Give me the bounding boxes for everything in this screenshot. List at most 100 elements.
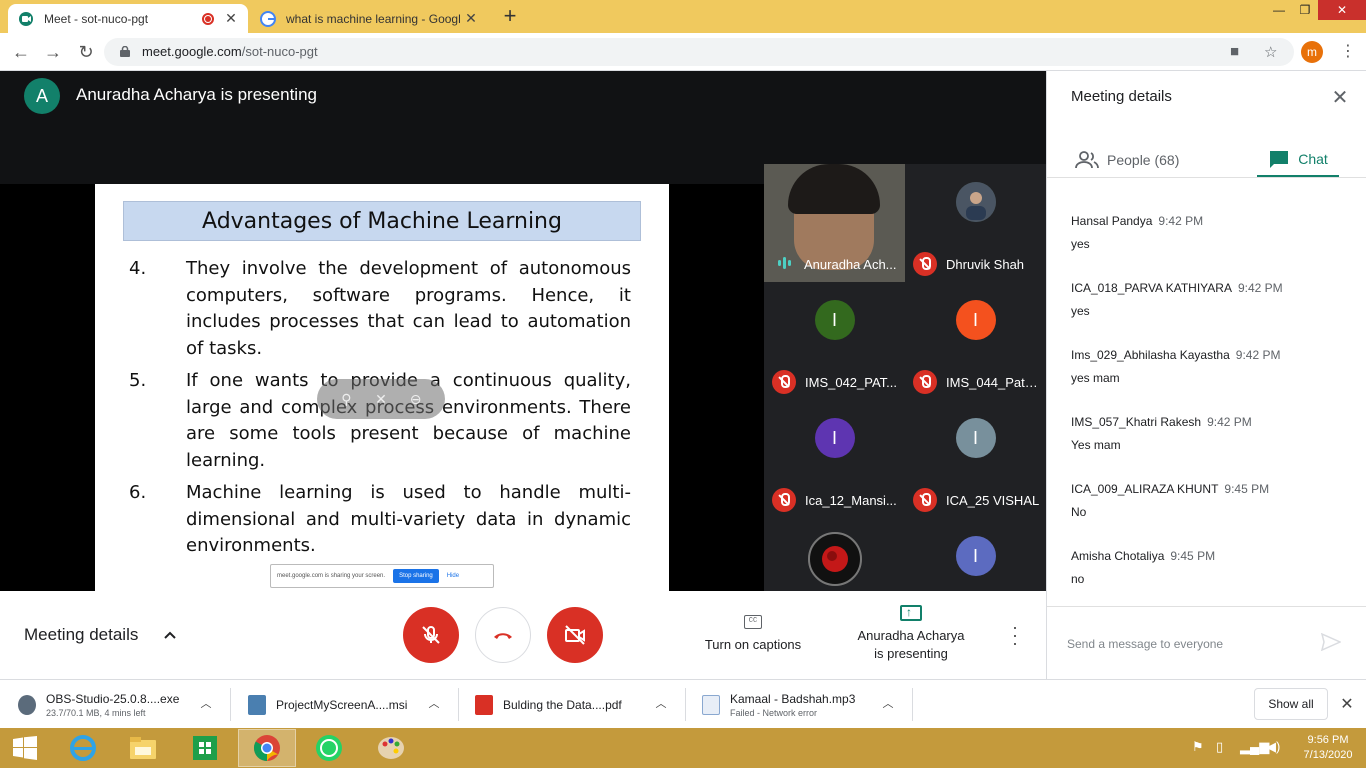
leave-call-button[interactable] <box>475 607 531 663</box>
meet-controls: Meeting details CC Turn on captions Anur… <box>0 591 1046 679</box>
chrome-taskbar-button[interactable] <box>238 729 296 767</box>
volume-icon[interactable]: ◀) <box>1266 739 1280 755</box>
power-icon[interactable]: ▯ <box>1216 739 1223 755</box>
message-sender: IMS_057_Khatri Rakesh <box>1071 415 1202 429</box>
chevron-up-icon[interactable]: ︿ <box>655 698 667 710</box>
tab-people[interactable]: People (68) <box>1075 142 1179 178</box>
tab-chat-label: Chat <box>1298 150 1328 167</box>
download-item[interactable]: ProjectMyScreenA....msi ︿ <box>248 680 448 729</box>
send-icon[interactable] <box>1321 633 1341 651</box>
paint-taskbar-button[interactable] <box>362 729 420 767</box>
file-explorer-taskbar-button[interactable] <box>114 729 172 767</box>
tab-meet[interactable]: Meet - sot-nuco-pgt ✕ <box>8 4 248 33</box>
chevron-up-icon[interactable]: ︿ <box>428 698 440 710</box>
participant-avatar: I <box>955 536 996 576</box>
microphone-toggle-button[interactable] <box>403 607 459 663</box>
participant-tile[interactable]: I Ica_12_Mansi... <box>764 400 905 518</box>
slide-item-number: 5. <box>129 370 147 391</box>
store-icon <box>193 736 217 760</box>
presentation-slide: Advantages of Machine Learning 4. They i… <box>95 184 669 591</box>
presenting-button[interactable]: Anuradha Acharya is presenting <box>850 603 972 663</box>
participant-tile[interactable] <box>764 518 905 591</box>
share-banner-text: meet.google.com is sharing your screen. <box>277 573 386 579</box>
tab-people-label: People (68) <box>1107 152 1180 168</box>
close-shelf-icon[interactable]: ✕ <box>1339 694 1355 714</box>
stop-sharing-button[interactable]: Stop sharing <box>393 569 439 583</box>
tab-google-search[interactable]: what is machine learning - Googl ✕ <box>250 4 488 33</box>
compose-divider <box>1047 606 1366 607</box>
address-bar[interactable]: meet.google.com/sot-nuco-pgt ■ ☆ <box>104 38 1294 66</box>
camera-icon[interactable]: ■ <box>1230 43 1239 60</box>
participant-tile[interactable]: Anuradha Ach... <box>764 164 905 282</box>
chat-message-input[interactable]: Send a message to everyone <box>1067 637 1223 651</box>
bookmark-star-icon[interactable]: ☆ <box>1264 43 1277 61</box>
tab-close-icon[interactable]: ✕ <box>464 10 478 27</box>
download-item[interactable]: Bulding the Data....pdf ︿ <box>475 680 675 729</box>
mic-off-icon <box>772 488 796 512</box>
screen-share-banner: meet.google.com is sharing your screen. … <box>270 564 494 588</box>
slide-title: Advantages of Machine Learning <box>123 201 641 241</box>
chevron-up-icon[interactable] <box>162 627 178 643</box>
message-body: Yes mam <box>1071 438 1121 452</box>
chevron-up-icon[interactable]: ︿ <box>882 698 894 710</box>
presenter-label: Anuradha Acharya is presenting <box>76 85 317 104</box>
download-item[interactable]: OBS-Studio-25.0.8....exe 23.7/70.1 MB, 4 … <box>18 680 218 729</box>
tab-close-icon[interactable]: ✕ <box>224 10 238 27</box>
back-icon[interactable]: ← <box>10 41 32 63</box>
reload-icon[interactable]: ↻ <box>75 41 97 63</box>
new-tab-icon[interactable]: + <box>500 5 520 27</box>
participant-tile[interactable]: Dhruvik Shah <box>905 164 1046 282</box>
mic-off-icon <box>772 370 796 394</box>
participant-tile[interactable]: I ICA_25 VISHAL <box>905 400 1046 518</box>
participant-tiles: Anuradha Ach... Dhruvik Shah I IMS_042_P… <box>764 164 1046 591</box>
message-time: 9:42 PM <box>1237 281 1283 295</box>
hide-button[interactable]: Hide <box>447 573 459 579</box>
whatsapp-taskbar-button[interactable] <box>300 729 358 767</box>
window-close-icon[interactable]: ✕ <box>1318 0 1366 20</box>
browser-menu-icon[interactable]: ⋮ <box>1340 41 1356 61</box>
shared-screen: Advantages of Machine Learning 4. They i… <box>0 184 764 591</box>
participant-name: ICA_25 VISHAL <box>946 492 1040 508</box>
paint-palette-icon <box>378 737 404 759</box>
chat-message-list[interactable]: Hansal Pandya 9:42 PM yes ICA_018_PARVA K… <box>1047 178 1366 606</box>
close-panel-icon[interactable]: ✕ <box>1331 88 1349 108</box>
mute-icon[interactable]: ✕ <box>372 390 390 408</box>
minimize-icon[interactable]: — <box>1266 0 1292 20</box>
camera-off-icon <box>565 625 585 645</box>
captions-icon: CC <box>744 615 762 629</box>
network-signal-icon[interactable]: ▂▄▆ <box>1240 739 1269 755</box>
downloads-shelf: OBS-Studio-25.0.8....exe 23.7/70.1 MB, 4 … <box>0 679 1366 728</box>
chat-message: ICA_009_ALIRAZA KHUNT 9:45 PM No <box>1071 480 1341 519</box>
tab-chat[interactable]: Chat <box>1257 142 1339 178</box>
chevron-up-icon[interactable]: ︿ <box>200 698 212 710</box>
participant-tile[interactable]: I <box>905 518 1046 591</box>
url-host: meet.google.com <box>142 44 242 59</box>
participant-tile[interactable]: I IMS_044_Pate... <box>905 282 1046 400</box>
google-favicon-icon <box>260 10 276 27</box>
captions-label: Turn on captions <box>704 637 802 652</box>
participant-tile[interactable]: I IMS_042_PAT... <box>764 282 905 400</box>
participant-name: Dhruvik Shah <box>946 256 1025 272</box>
restore-icon[interactable]: ❐ <box>1292 0 1318 20</box>
pin-icon[interactable]: ⚲ <box>337 390 355 408</box>
store-taskbar-button[interactable] <box>176 729 234 767</box>
present-screen-icon <box>900 603 922 621</box>
mic-off-icon <box>913 488 937 512</box>
show-all-button[interactable]: Show all <box>1254 688 1328 720</box>
presenting-label-line2: is presenting <box>874 646 948 661</box>
captions-button[interactable]: CC Turn on captions <box>700 615 806 652</box>
lock-icon <box>120 46 130 57</box>
profile-avatar[interactable]: m <box>1301 41 1323 63</box>
remove-icon[interactable]: ⊖ <box>407 390 425 408</box>
forward-icon[interactable]: → <box>42 41 64 63</box>
flag-icon[interactable]: ⚑ <box>1192 739 1204 755</box>
camera-toggle-button[interactable] <box>547 607 603 663</box>
more-options-icon[interactable]: · · · <box>1008 618 1022 652</box>
meeting-details-toggle[interactable]: Meeting details <box>24 625 138 645</box>
system-clock[interactable]: 9:56 PM 7/13/2020 <box>1296 733 1360 763</box>
message-sender: ICA_018_PARVA KATHIYARA <box>1071 281 1232 295</box>
message-body: No <box>1071 505 1087 519</box>
download-item[interactable]: Kamaal - Badshah.mp3 Failed - Network err… <box>702 680 912 729</box>
internet-explorer-taskbar-button[interactable] <box>54 729 112 767</box>
start-button[interactable] <box>0 729 50 767</box>
